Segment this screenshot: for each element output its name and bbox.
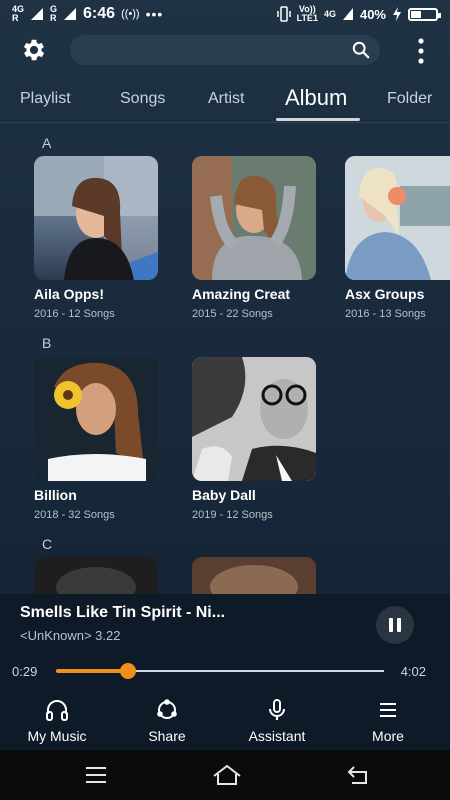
status-left: 4G R G R 6:46 ((•)) ••• <box>12 5 163 23</box>
seek-bar[interactable] <box>56 663 384 679</box>
album-cover[interactable] <box>192 156 316 280</box>
album-card[interactable]: Aila Opps! 2016 - 12 Songs <box>34 156 158 320</box>
nav-share[interactable]: Share <box>112 698 222 750</box>
menu-icon[interactable] <box>84 764 108 786</box>
tab-bar: Playlist Songs Artist Album Folder <box>0 80 450 123</box>
section-letter-a: A <box>42 135 52 151</box>
more-vertical-icon[interactable] <box>418 38 424 64</box>
pause-icon <box>397 618 401 632</box>
battery-icon <box>408 7 441 21</box>
album-title: Aila Opps! <box>34 286 105 302</box>
album-meta: 2015 - 22 Songs <box>192 308 273 320</box>
album-meta: 2018 - 32 Songs <box>34 509 115 521</box>
signal-bars-icon <box>342 8 353 20</box>
share-icon <box>157 699 177 719</box>
pause-icon <box>389 618 393 632</box>
volte-indicator: Vo)) LTE1 <box>297 5 318 23</box>
bottom-nav: My Music Share Assistant More <box>0 698 450 750</box>
search-icon[interactable] <box>352 41 370 59</box>
tab-artist[interactable]: Artist <box>208 90 244 108</box>
gear-icon[interactable] <box>20 36 48 64</box>
back-icon[interactable] <box>346 764 372 786</box>
hamburger-icon <box>380 703 396 717</box>
headphones-icon <box>46 700 68 721</box>
nav-label: Share <box>148 728 186 744</box>
album-cover-partial[interactable] <box>192 557 316 594</box>
album-art-image <box>192 156 316 280</box>
album-art-image <box>345 156 450 280</box>
battery-percent: 40% <box>359 6 386 22</box>
album-title: Baby Dall <box>192 487 256 503</box>
signal-2: G R <box>50 5 57 23</box>
section-letter-b: B <box>42 335 52 351</box>
signal-1-roaming: R <box>12 13 19 23</box>
microphone-icon <box>269 699 285 720</box>
search-input[interactable] <box>70 35 380 65</box>
signal-1: 4G R <box>12 5 24 23</box>
now-playing-bar[interactable]: Smells Like Tin Spirit - Ni... <UnKnown>… <box>0 594 450 698</box>
album-title: Billion <box>34 487 77 503</box>
charging-icon <box>393 7 401 21</box>
current-time: 0:29 <box>12 664 38 679</box>
album-title: Amazing Creat <box>192 286 291 302</box>
album-cover[interactable] <box>34 357 158 481</box>
vibrate-icon <box>276 6 291 22</box>
album-cover[interactable] <box>34 156 158 280</box>
album-meta: 2016 - 13 Songs <box>345 308 426 320</box>
active-tab-indicator <box>276 118 360 121</box>
album-art-image <box>34 557 158 594</box>
track-artist: <UnKnown> 3.22 <box>20 628 121 643</box>
section-letter-c: C <box>42 536 53 552</box>
tab-folder[interactable]: Folder <box>387 90 432 108</box>
tab-album[interactable]: Album <box>285 85 347 111</box>
pause-button[interactable] <box>376 606 414 644</box>
nav-my-music[interactable]: My Music <box>2 698 112 750</box>
network-type: 4G <box>323 8 336 19</box>
nav-label: More <box>372 728 404 744</box>
clock: 6:46 <box>83 5 116 22</box>
album-art-image <box>192 357 316 481</box>
home-icon[interactable] <box>212 764 242 786</box>
lte-label: LTE1 <box>296 13 318 23</box>
seek-bar-thumb[interactable] <box>120 663 137 679</box>
album-art-image <box>34 357 158 481</box>
album-art-image <box>192 557 316 594</box>
album-meta: 2016 - 12 Songs <box>34 308 115 320</box>
more-dots-icon: ••• <box>145 6 164 22</box>
status-right: Vo)) LTE1 4G 40% <box>276 5 441 23</box>
seek-bar-progress <box>56 669 129 673</box>
signal-2-roaming: R <box>50 13 57 23</box>
album-card[interactable]: Asx Groups 2016 - 13 Songs <box>345 156 450 320</box>
album-card[interactable]: Amazing Creat 2015 - 22 Songs <box>192 156 316 320</box>
album-art-image <box>34 156 158 280</box>
total-time: 4:02 <box>400 664 426 679</box>
album-title: Asx Groups <box>345 286 425 302</box>
album-cover-partial[interactable] <box>34 557 158 594</box>
signal-bars-icon <box>64 8 77 20</box>
tab-songs[interactable]: Songs <box>120 90 165 108</box>
nav-label: Assistant <box>248 728 306 744</box>
album-cover[interactable] <box>345 156 450 280</box>
album-card[interactable]: Baby Dall 2019 - 12 Songs <box>192 357 316 521</box>
tab-playlist[interactable]: Playlist <box>20 90 71 108</box>
album-meta: 2019 - 12 Songs <box>192 509 273 521</box>
signal-bars-icon <box>31 8 44 20</box>
album-card[interactable]: Billion 2018 - 32 Songs <box>34 357 158 521</box>
album-cover[interactable] <box>192 357 316 481</box>
broadcast-icon: ((•)) <box>121 8 140 20</box>
nav-label: My Music <box>27 728 87 744</box>
status-bar: 4G R G R 6:46 ((•)) ••• Vo)) LTE1 4G 40% <box>0 0 450 28</box>
track-title: Smells Like Tin Spirit - Ni... <box>20 604 226 621</box>
nav-more[interactable]: More <box>333 698 443 750</box>
nav-assistant[interactable]: Assistant <box>222 698 332 750</box>
top-bar <box>0 30 450 72</box>
system-nav-bar <box>0 750 450 800</box>
